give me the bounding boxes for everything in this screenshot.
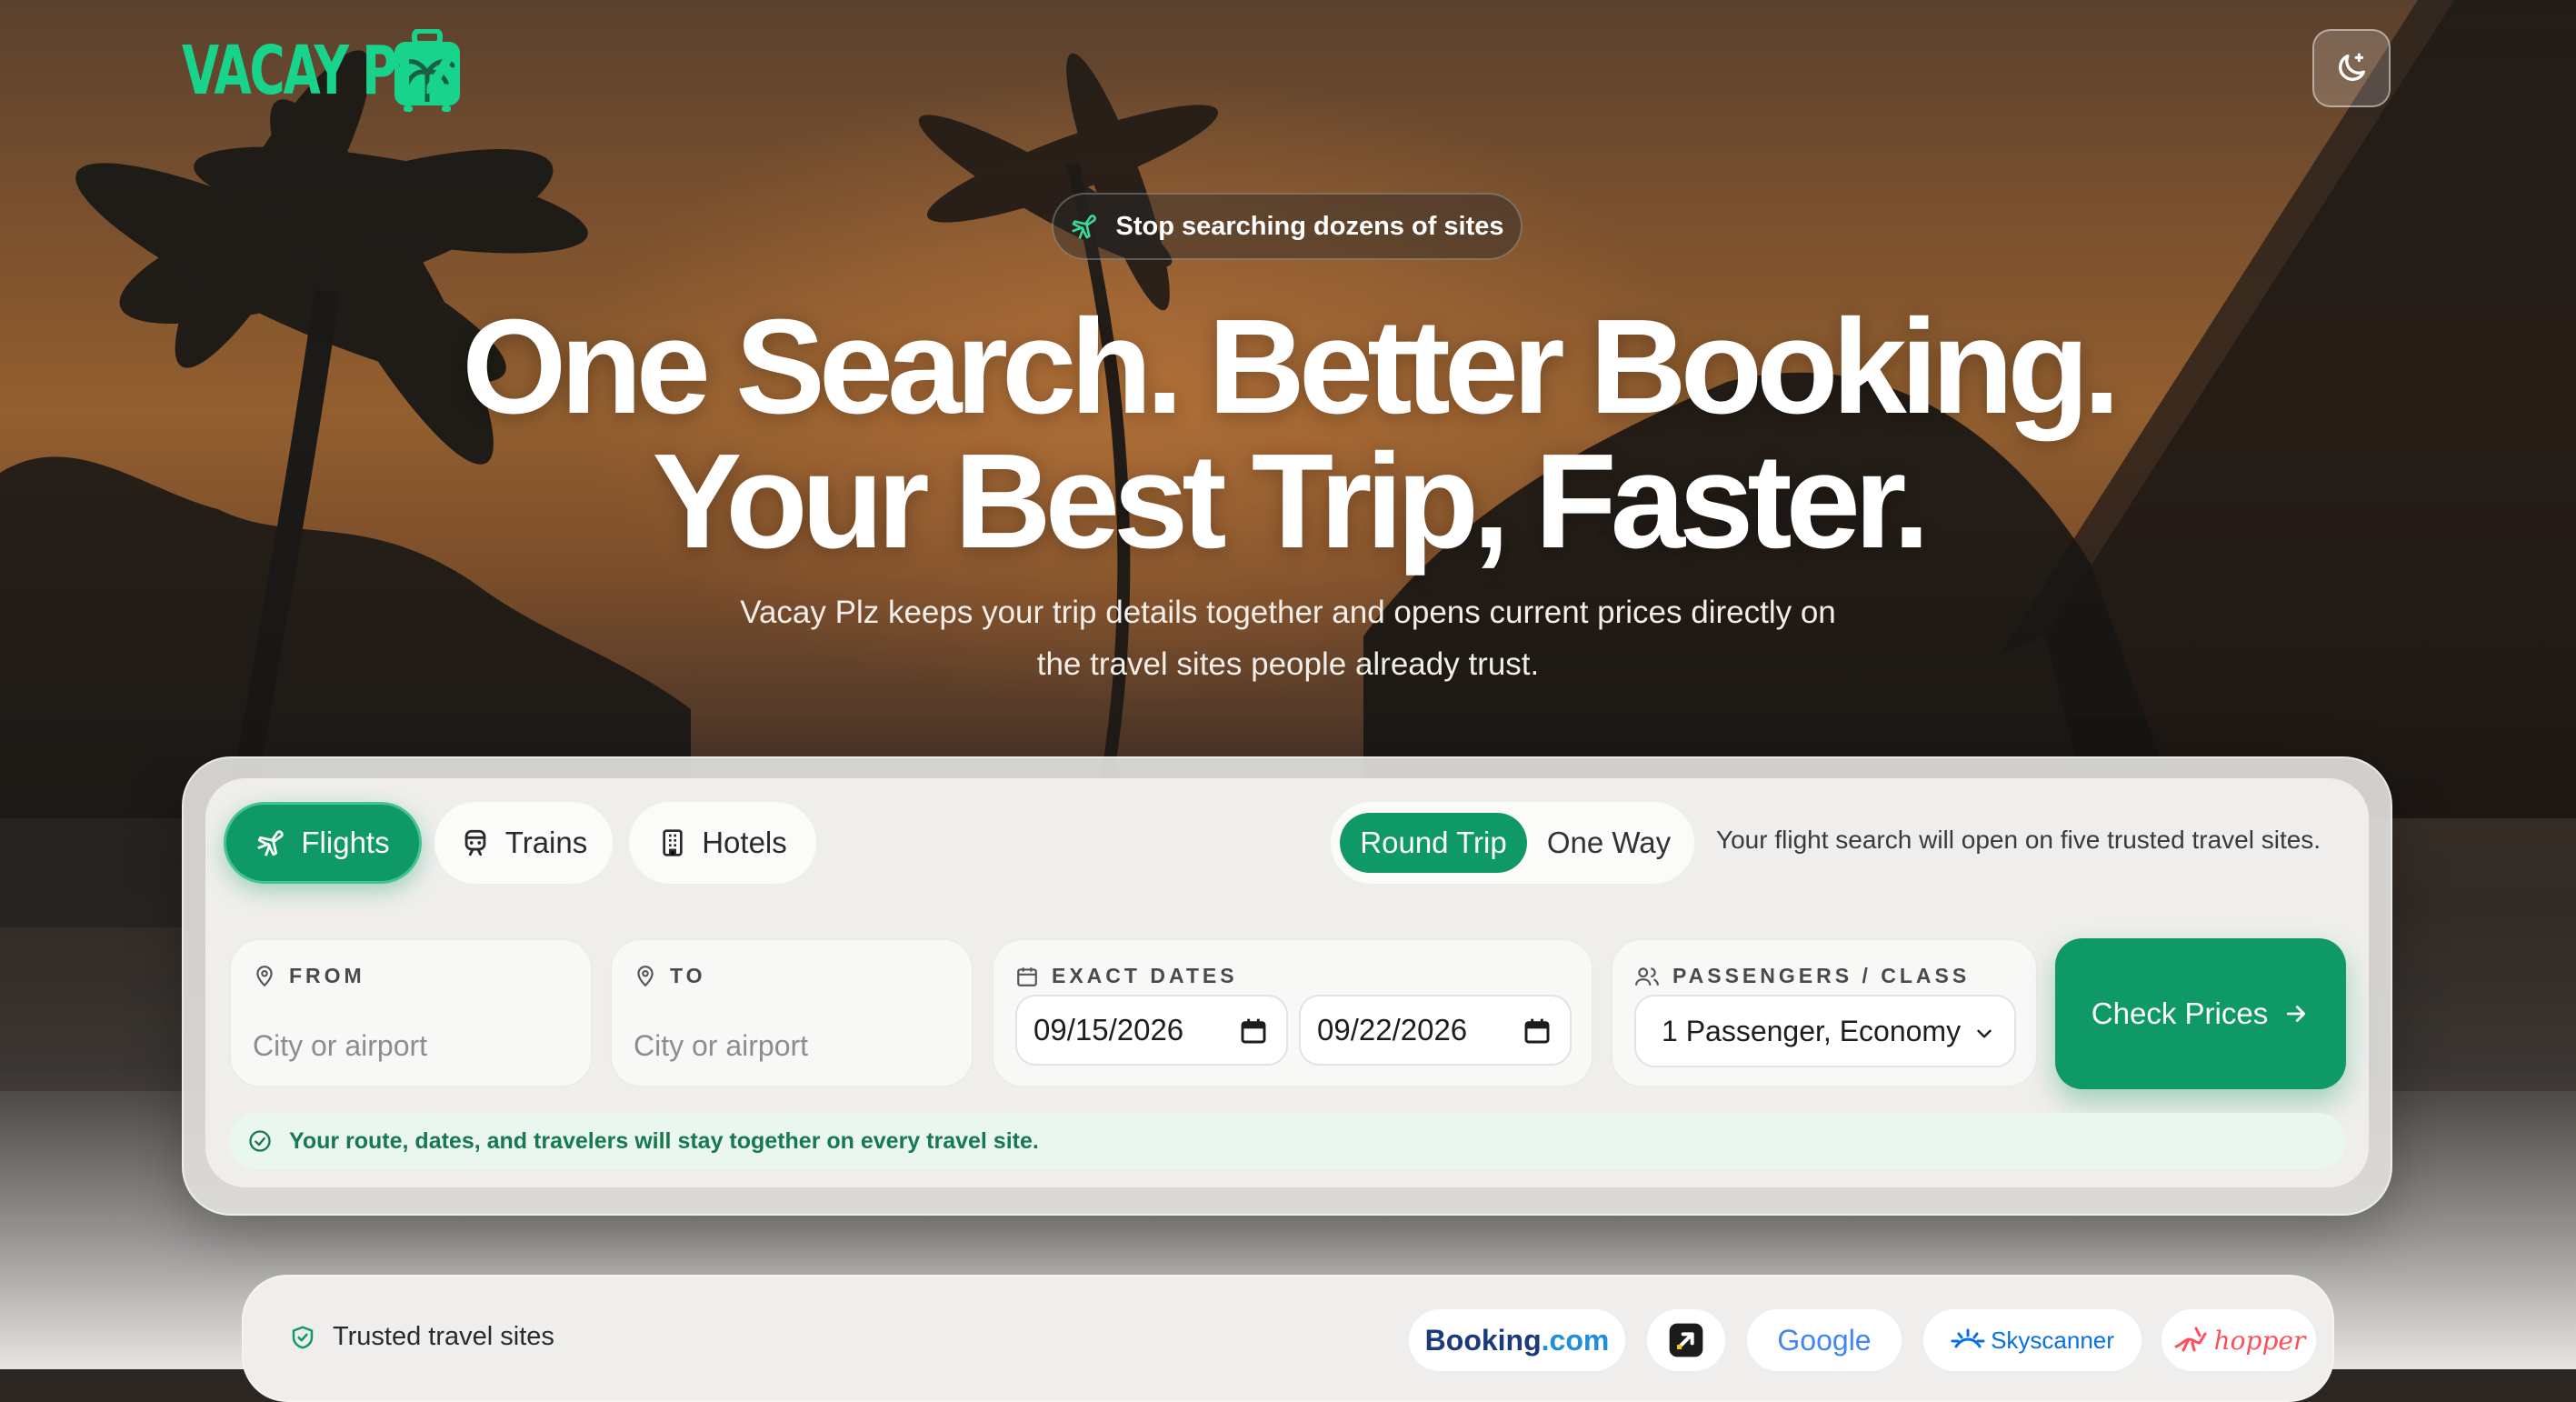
search-sites-note: Your flight search will open on five tru… (1716, 826, 2321, 854)
trip-round-trip[interactable]: Round Trip (1340, 813, 1527, 873)
dates-label-row: EXACT DATES (1015, 964, 1238, 988)
headline-line-1: One Search. Better Booking. (462, 292, 2121, 442)
partner-expedia[interactable] (1647, 1309, 1725, 1371)
skyscanner-logo-text: Skyscanner (1991, 1326, 2114, 1354)
trusted-sites-bar: Trusted travel sites Booking .com Google… (242, 1275, 2334, 1402)
sunrise-icon (1951, 1328, 1985, 1348)
depart-date-input[interactable]: 09/15/2026 (1015, 995, 1288, 1066)
shield-check-icon (292, 1326, 314, 1348)
trusted-sites-label-row: Trusted travel sites (289, 1322, 554, 1352)
return-date-input[interactable]: 09/22/2026 (1299, 995, 1572, 1066)
moon-sparkle-icon (2339, 53, 2365, 81)
calendar-picker-icon[interactable] (1239, 1016, 1268, 1046)
tab-flights-label: Flights (301, 826, 390, 859)
hopper-logo-text: hopper (2213, 1325, 2306, 1356)
tab-trains-label: Trains (504, 826, 588, 859)
booking-logo-part1: Booking (1424, 1323, 1542, 1357)
tab-trains[interactable]: Trains (434, 802, 613, 884)
trusted-sites-label: Trusted travel sites (333, 1322, 554, 1351)
to-field[interactable]: TO City or airport (610, 938, 973, 1087)
brand-logo[interactable]: VACAY PLZ (182, 25, 464, 116)
logo-wordmark: VACAY PLZ (182, 32, 460, 110)
google-logo-text: Google (1777, 1323, 1872, 1357)
calendar-icon (1017, 966, 1037, 986)
partner-hopper[interactable]: hopper (2162, 1309, 2316, 1371)
to-label-row: TO (634, 964, 706, 988)
plane-icon (257, 830, 285, 856)
search-info-bar: Your route, dates, and travelers will st… (229, 1113, 2346, 1169)
booking-logo-part2: .com (1541, 1323, 1610, 1357)
partner-booking-com[interactable]: Booking .com (1409, 1309, 1625, 1371)
chevron-down-icon (1977, 1029, 1992, 1038)
passengers-field: PASSENGERS / CLASS 1 Passenger, Economy (1611, 938, 2038, 1087)
check-prices-label: Check Prices (2091, 996, 2269, 1030)
location-pin-icon (637, 965, 654, 986)
trip-one-way[interactable]: One Way (1533, 813, 1685, 873)
check-circle-icon (249, 1130, 271, 1152)
hero-headline: One Search. Better Booking. Your Best Tr… (0, 300, 2576, 569)
partner-skyscanner[interactable]: Skyscanner (1923, 1309, 2142, 1371)
from-input[interactable]: City or airport (253, 1029, 427, 1063)
train-icon (464, 829, 486, 856)
calendar-picker-icon[interactable] (1523, 1016, 1552, 1046)
dates-label: EXACT DATES (1052, 964, 1238, 987)
location-pin-icon (256, 965, 273, 986)
subtext-line-2: the travel sites people already trust. (1036, 646, 1540, 682)
search-info-text: Your route, dates, and travelers will st… (289, 1127, 1039, 1154)
tab-flights[interactable]: Flights (224, 802, 422, 884)
arrow-logo-icon (1669, 1323, 1703, 1357)
hero-tagline-text: Stop searching dozens of sites (1115, 211, 1504, 241)
hero-tagline-pill: Stop searching dozens of sites (1052, 193, 1523, 260)
arrow-right-icon (2287, 1006, 2306, 1022)
plane-icon (1072, 215, 1097, 239)
to-input[interactable]: City or airport (634, 1029, 808, 1063)
depart-date-value: 09/15/2026 (1033, 1013, 1184, 1046)
building-icon (663, 829, 683, 856)
users-icon (1635, 966, 1659, 986)
passengers-select[interactable]: 1 Passenger, Economy (1634, 995, 2016, 1067)
headline-line-2: Your Best Trip, Faster. (652, 426, 1931, 576)
partner-google[interactable]: Google (1747, 1309, 1902, 1371)
passengers-label-row: PASSENGERS / CLASS (1634, 964, 1970, 988)
tab-hotels[interactable]: Hotels (629, 802, 816, 884)
dates-field: EXACT DATES 09/15/2026 09/22/2026 (992, 938, 1593, 1087)
trip-type-toggle: Round Trip One Way (1331, 802, 1694, 884)
from-label: FROM (289, 964, 365, 987)
from-label-row: FROM (253, 964, 365, 988)
check-prices-button[interactable]: Check Prices (2055, 938, 2346, 1089)
bunny-icon (2174, 1327, 2207, 1352)
to-label: TO (670, 964, 706, 987)
from-field[interactable]: FROM City or airport (229, 938, 593, 1087)
hero-subtext: Vacay Plz keeps your trip details togeth… (652, 586, 1924, 690)
passengers-label: PASSENGERS / CLASS (1672, 964, 1971, 987)
theme-toggle-button[interactable] (2312, 29, 2391, 107)
return-date-value: 09/22/2026 (1317, 1013, 1468, 1046)
tab-hotels-label: Hotels (702, 826, 787, 859)
passengers-value: 1 Passenger, Economy (1662, 1014, 1962, 1047)
subtext-line-1: Vacay Plz keeps your trip details togeth… (740, 595, 1836, 630)
